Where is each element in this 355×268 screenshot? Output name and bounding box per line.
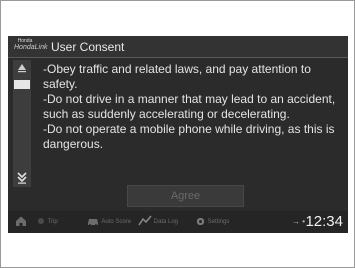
figure-frame: Honda HondaLink User Consent -Obey traff…: [0, 0, 355, 268]
home-icon: [16, 216, 26, 227]
scroll-top-icon[interactable]: [13, 63, 31, 75]
nav-data-log-label: Data Log: [153, 219, 179, 225]
signal-status-icon: → •: [292, 217, 306, 226]
nav-settings[interactable]: Settings: [195, 214, 229, 230]
page-title: User Consent: [51, 40, 125, 54]
nav-home[interactable]: [15, 214, 27, 230]
hondalink-logo: Honda HondaLink: [14, 39, 48, 55]
infotainment-screen: Honda HondaLink User Consent -Obey traff…: [8, 36, 348, 233]
scrollbar[interactable]: [13, 60, 31, 187]
bottom-nav-bar: Trip Auto Score Data Log Settings → • 12…: [8, 211, 348, 233]
nav-settings-label: Settings: [207, 219, 230, 225]
clock: 12:34: [305, 213, 343, 230]
car-icon: [88, 219, 98, 227]
consent-paragraph: -Do not operate a mobile phone while dri…: [43, 122, 335, 151]
scroll-bottom-icon[interactable]: [13, 172, 31, 186]
consent-text: -Obey traffic and related laws, and pay …: [43, 62, 343, 152]
logo-main-text: HondaLink: [14, 44, 48, 51]
agree-button[interactable]: Agree: [127, 185, 244, 207]
consent-paragraph: -Obey traffic and related laws, and pay …: [43, 62, 311, 91]
scroll-thumb[interactable]: [14, 80, 30, 89]
header-bar: Honda HondaLink User Consent: [8, 36, 348, 57]
nav-auto-score[interactable]: Auto Score: [86, 214, 131, 230]
consent-paragraph: -Do not drive in a manner that may lead …: [43, 92, 336, 121]
nav-trip[interactable]: Trip: [36, 214, 58, 230]
nav-auto-score-label: Auto Score: [101, 219, 132, 225]
datalog-icon: [138, 215, 152, 226]
gear-icon: [196, 217, 205, 226]
trip-icon: [38, 218, 44, 225]
header-divider: [8, 57, 348, 58]
nav-data-log[interactable]: Data Log: [138, 214, 178, 230]
nav-trip-label: Trip: [47, 219, 58, 225]
